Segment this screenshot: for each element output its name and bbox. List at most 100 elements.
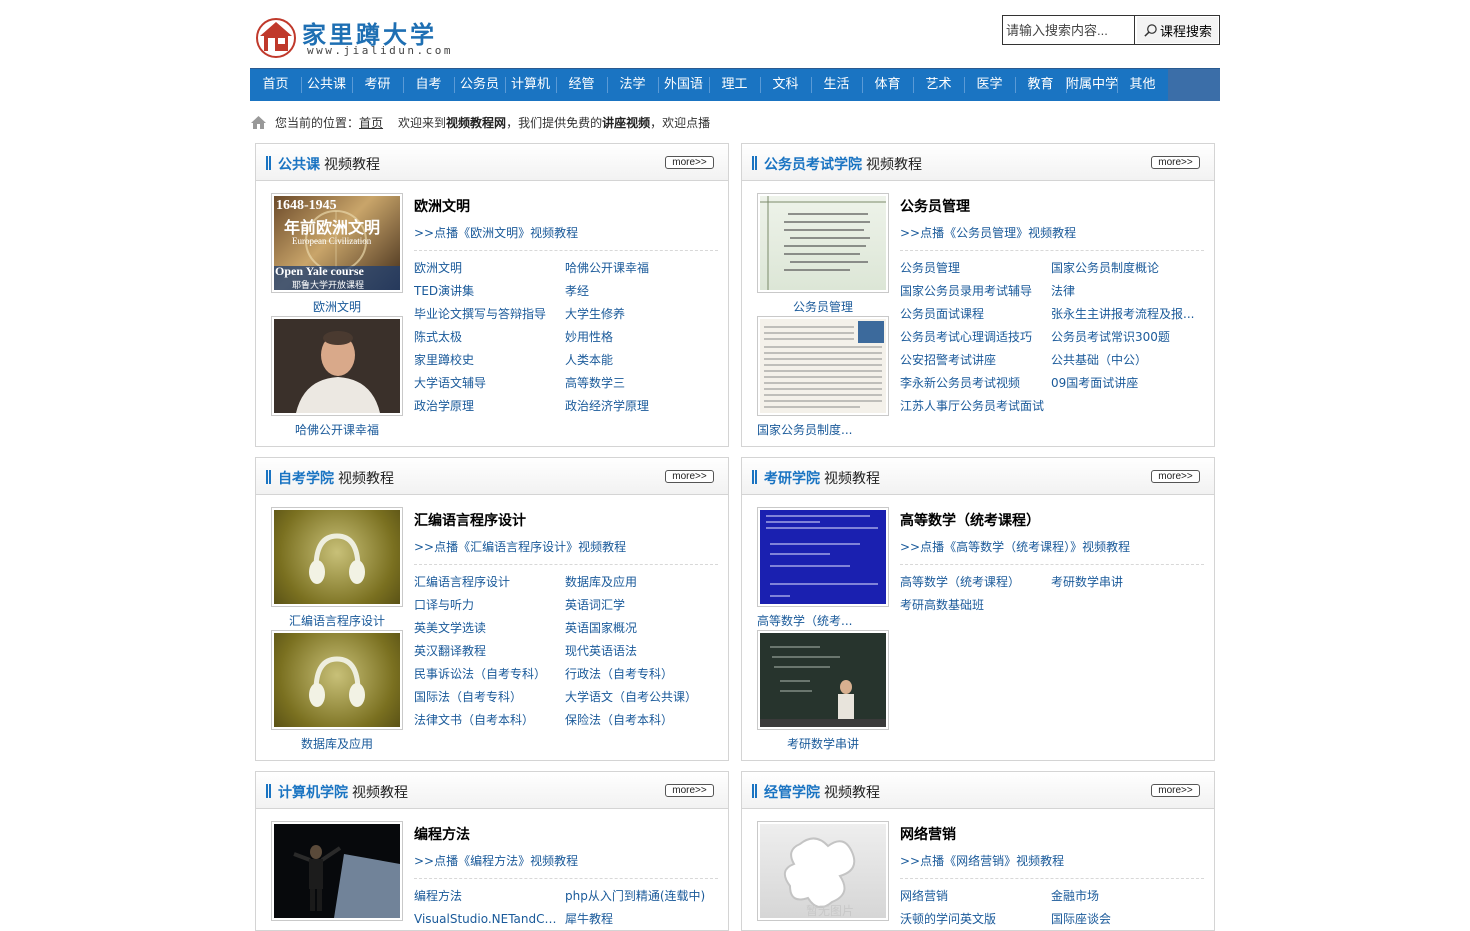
course-link[interactable]: 高等数学（统考课程） bbox=[900, 571, 1051, 594]
course-link[interactable]: 哈佛公开课幸福 bbox=[565, 257, 716, 280]
breadcrumb-home-link[interactable]: 首页 bbox=[359, 114, 383, 131]
featured-course-title[interactable]: 编程方法 bbox=[414, 824, 470, 844]
course-thumbnail[interactable] bbox=[271, 316, 403, 416]
course-link[interactable]: 孝经 bbox=[565, 280, 716, 303]
course-link[interactable]: 公安招警考试讲座 bbox=[900, 349, 1051, 372]
search-button[interactable]: 课程搜索 bbox=[1136, 16, 1219, 44]
course-thumbnail[interactable]: 1648-1945 年前欧洲文明 European Civilization O… bbox=[271, 193, 403, 293]
course-thumbnail[interactable]: 暂无图片 bbox=[757, 821, 889, 921]
nav-item[interactable]: 经管 bbox=[556, 69, 607, 101]
course-link[interactable]: 考研高数基础班 bbox=[900, 594, 1051, 617]
more-button[interactable]: more>> bbox=[665, 156, 714, 169]
featured-course-title[interactable]: 网络营销 bbox=[900, 824, 956, 844]
course-link[interactable]: 保险法（自考本科） bbox=[565, 709, 716, 732]
course-link[interactable]: 李永新公务员考试视频 bbox=[900, 372, 1051, 395]
featured-course-title[interactable]: 高等数学（统考课程） bbox=[900, 510, 1040, 530]
featured-play-link[interactable]: >>点播《公务员管理》视频教程 bbox=[900, 224, 1076, 241]
nav-item[interactable]: 体育 bbox=[862, 69, 913, 101]
more-button[interactable]: more>> bbox=[1151, 784, 1200, 797]
course-link[interactable]: 法律文书（自考本科） bbox=[414, 709, 565, 732]
course-link[interactable]: 英美文学选读 bbox=[414, 617, 565, 640]
course-link[interactable]: 国际法（自考专科） bbox=[414, 686, 565, 709]
course-link[interactable]: 大学生修养 bbox=[565, 303, 716, 326]
featured-course-title[interactable]: 汇编语言程序设计 bbox=[414, 510, 526, 530]
thumbnail-caption[interactable]: 考研数学串讲 bbox=[755, 735, 891, 752]
course-thumbnail[interactable] bbox=[757, 193, 889, 293]
course-link[interactable]: 国家公务员录用考试辅导 bbox=[900, 280, 1051, 303]
nav-item[interactable]: 自考 bbox=[403, 69, 454, 101]
course-link[interactable]: VisualStudio.NETandC教程 bbox=[414, 908, 565, 931]
course-thumbnail[interactable] bbox=[271, 821, 403, 921]
thumbnail-caption[interactable]: 国家公务员制度... bbox=[757, 421, 857, 438]
thumbnail-caption[interactable]: 哈佛公开课幸福 bbox=[269, 421, 405, 438]
course-link[interactable]: 大学语文辅导 bbox=[414, 372, 565, 395]
course-link[interactable]: 法律 bbox=[1051, 280, 1202, 303]
course-thumbnail[interactable] bbox=[757, 507, 889, 607]
course-link[interactable]: 陈式太极 bbox=[414, 326, 565, 349]
nav-item[interactable]: 其他 bbox=[1117, 69, 1168, 101]
nav-item[interactable]: 文科 bbox=[760, 69, 811, 101]
nav-item[interactable]: 附属中学 bbox=[1066, 69, 1118, 101]
course-link[interactable]: 国际座谈会 bbox=[1051, 908, 1202, 931]
course-thumbnail[interactable] bbox=[271, 507, 403, 607]
more-button[interactable]: more>> bbox=[1151, 470, 1200, 483]
thumbnail-caption[interactable]: 公务员管理 bbox=[755, 298, 891, 315]
course-link[interactable]: 大学语文（自考公共课） bbox=[565, 686, 716, 709]
nav-item[interactable]: 计算机 bbox=[505, 69, 556, 101]
course-link[interactable]: 公务员考试心理调适技巧 bbox=[900, 326, 1051, 349]
more-button[interactable]: more>> bbox=[665, 784, 714, 797]
course-link[interactable]: 政治学原理 bbox=[414, 395, 565, 418]
panel-category[interactable]: 计算机学院 bbox=[278, 785, 348, 801]
course-link[interactable]: 妙用性格 bbox=[565, 326, 716, 349]
nav-item[interactable]: 医学 bbox=[964, 69, 1015, 101]
thumbnail-caption[interactable]: 数据库及应用 bbox=[269, 735, 405, 752]
course-link[interactable]: 英语词汇学 bbox=[565, 594, 716, 617]
course-link[interactable]: 政治经济学原理 bbox=[565, 395, 716, 418]
course-link[interactable]: 金融市场 bbox=[1051, 885, 1202, 908]
more-button[interactable]: more>> bbox=[665, 470, 714, 483]
nav-item[interactable]: 公共课 bbox=[301, 69, 352, 101]
panel-category[interactable]: 公务员考试学院 bbox=[764, 157, 862, 173]
course-link[interactable]: 沃顿的学问英文版 bbox=[900, 908, 1051, 931]
course-link[interactable]: 汇编语言程序设计 bbox=[414, 571, 565, 594]
nav-item[interactable]: 教育 bbox=[1015, 69, 1066, 101]
course-link[interactable]: 江苏人事厅公务员考试面试 bbox=[900, 395, 1051, 418]
course-link[interactable]: 编程方法 bbox=[414, 885, 565, 908]
panel-category[interactable]: 自考学院 bbox=[278, 471, 334, 487]
course-link[interactable]: 英语国家概况 bbox=[565, 617, 716, 640]
course-link[interactable]: 张永生主讲报考流程及报... bbox=[1051, 303, 1202, 326]
course-link[interactable]: 网络营销 bbox=[900, 885, 1051, 908]
course-link[interactable]: 公务员考试常识300题 bbox=[1051, 326, 1202, 349]
course-link[interactable]: 公务员面试课程 bbox=[900, 303, 1051, 326]
course-thumbnail[interactable] bbox=[757, 316, 889, 416]
search-input[interactable] bbox=[1003, 16, 1135, 44]
featured-play-link[interactable]: >>点播《高等数学（统考课程）》视频教程 bbox=[900, 538, 1130, 555]
course-link[interactable]: 高等数学三 bbox=[565, 372, 716, 395]
site-logo[interactable]: 家里蹲大学 www.jialidun.com bbox=[255, 14, 450, 60]
course-link[interactable]: 国家公务员制度概论 bbox=[1051, 257, 1202, 280]
featured-play-link[interactable]: >>点播《网络营销》视频教程 bbox=[900, 852, 1064, 869]
course-link[interactable]: 公共基础（中公） bbox=[1051, 349, 1202, 372]
course-link[interactable]: 09国考面试讲座 bbox=[1051, 372, 1202, 395]
nav-item[interactable]: 首页 bbox=[250, 69, 301, 101]
nav-item[interactable]: 考研 bbox=[352, 69, 403, 101]
nav-item[interactable]: 理工 bbox=[709, 69, 760, 101]
nav-item[interactable]: 外国语 bbox=[658, 69, 709, 101]
course-link[interactable]: 欧洲文明 bbox=[414, 257, 565, 280]
featured-course-title[interactable]: 欧洲文明 bbox=[414, 196, 470, 216]
course-link[interactable]: 民事诉讼法（自考专科） bbox=[414, 663, 565, 686]
featured-course-title[interactable]: 公务员管理 bbox=[900, 196, 970, 216]
course-thumbnail[interactable] bbox=[271, 630, 403, 730]
featured-play-link[interactable]: >>点播《欧洲文明》视频教程 bbox=[414, 224, 578, 241]
panel-category[interactable]: 公共课 bbox=[278, 157, 320, 173]
course-link[interactable]: 犀牛教程 bbox=[565, 908, 716, 931]
more-button[interactable]: more>> bbox=[1151, 156, 1200, 169]
course-thumbnail[interactable] bbox=[757, 630, 889, 730]
featured-play-link[interactable]: >>点播《汇编语言程序设计》视频教程 bbox=[414, 538, 626, 555]
featured-play-link[interactable]: >>点播《编程方法》视频教程 bbox=[414, 852, 578, 869]
course-link[interactable]: 人类本能 bbox=[565, 349, 716, 372]
course-link[interactable]: php从入门到精通(连载中) bbox=[565, 885, 716, 908]
panel-category[interactable]: 考研学院 bbox=[764, 471, 820, 487]
course-link[interactable]: 口译与听力 bbox=[414, 594, 565, 617]
thumbnail-caption[interactable]: 高等数学（统考... bbox=[757, 612, 857, 629]
